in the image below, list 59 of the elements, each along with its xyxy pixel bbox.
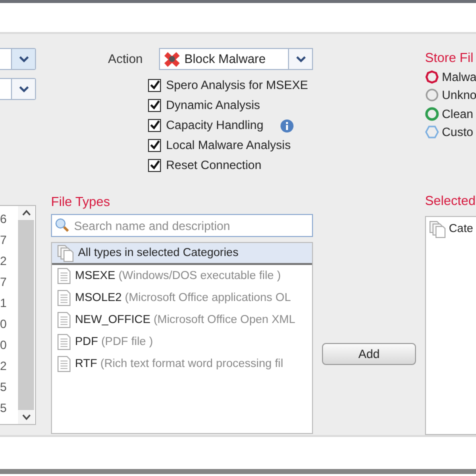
row-value: 5 (0, 379, 8, 396)
row-value: 2 (0, 358, 8, 375)
document-icon (57, 312, 71, 328)
checkbox[interactable] (148, 158, 161, 172)
dropdown[interactable] (0, 78, 36, 100)
list-item[interactable]: MSEXE (Windows/DOS executable file ) (52, 265, 312, 288)
chevron-down-icon (296, 56, 306, 62)
row-value: 7 (0, 232, 8, 249)
option-label: Reset Connection (166, 157, 262, 174)
document-icon (57, 268, 71, 284)
add-button[interactable]: Add (322, 343, 416, 365)
row-value: 5 (0, 400, 8, 417)
chevron-down-icon (18, 56, 28, 62)
info-icon[interactable] (280, 118, 294, 133)
checkbox[interactable] (148, 118, 161, 132)
option-label: Capacity Handling (166, 117, 264, 134)
malware-icon (163, 50, 182, 68)
list-item-label: Cate (448, 222, 474, 237)
row-value: 0 (0, 316, 8, 333)
row-value: 1 (0, 295, 8, 312)
option-label: Custo (442, 124, 474, 142)
row-value: 7 (0, 274, 8, 291)
option-label: Dynamic Analysis (166, 97, 260, 114)
file-type-label: PDF (PDF file ) (75, 334, 153, 350)
documents-icon (429, 221, 446, 238)
option-label: Local Malware Analysis (166, 137, 291, 154)
option-label: Unkno (442, 87, 476, 104)
action-label: Action (108, 50, 144, 68)
file-type-label: MSOLE2 (Microsoft Office applications OL (75, 290, 291, 306)
action-select[interactable]: Block Malware (159, 48, 313, 70)
file-type-label: NEW_OFFICE (Microsoft Office Open XML (75, 312, 296, 328)
dropdown[interactable] (0, 48, 36, 70)
document-icon (57, 290, 71, 306)
row-value: 2 (0, 253, 8, 270)
scrollbar[interactable] (18, 206, 34, 424)
section-heading: File Types (51, 193, 112, 211)
option-label: Spero Analysis for MSEXE (166, 77, 308, 94)
chevron-down-icon (18, 86, 28, 92)
list-item[interactable]: RTF (Rich text format word processing fil (52, 353, 312, 376)
checkbox[interactable] (148, 98, 161, 112)
search-field[interactable]: Search name and description (51, 214, 313, 238)
checkbox[interactable] (148, 138, 161, 152)
row-value: 0 (0, 337, 8, 354)
list-item[interactable]: All types in selected Categories (52, 243, 312, 266)
circle-icon[interactable] (425, 106, 439, 121)
checkbox[interactable] (148, 78, 161, 92)
file-type-label: All types in selected Categories (78, 246, 238, 261)
file-type-label: MSEXE (Windows/DOS executable file ) (75, 268, 281, 284)
document-icon (57, 356, 71, 372)
document-icon (57, 334, 71, 350)
list-item[interactable]: PDF (PDF file ) (52, 331, 312, 354)
list-item[interactable]: NEW_OFFICE (Microsoft Office Open XML (52, 309, 312, 332)
list-item[interactable]: MSOLE2 (Microsoft Office applications OL (52, 287, 312, 310)
documents-icon (57, 244, 74, 262)
section-heading: Store Fil (425, 49, 474, 67)
section-heading: Selected (425, 192, 476, 210)
file-type-label: RTF (Rich text format word processing fil (75, 356, 284, 372)
option-label: Clean (442, 106, 474, 123)
row-value: 6 (0, 211, 8, 228)
